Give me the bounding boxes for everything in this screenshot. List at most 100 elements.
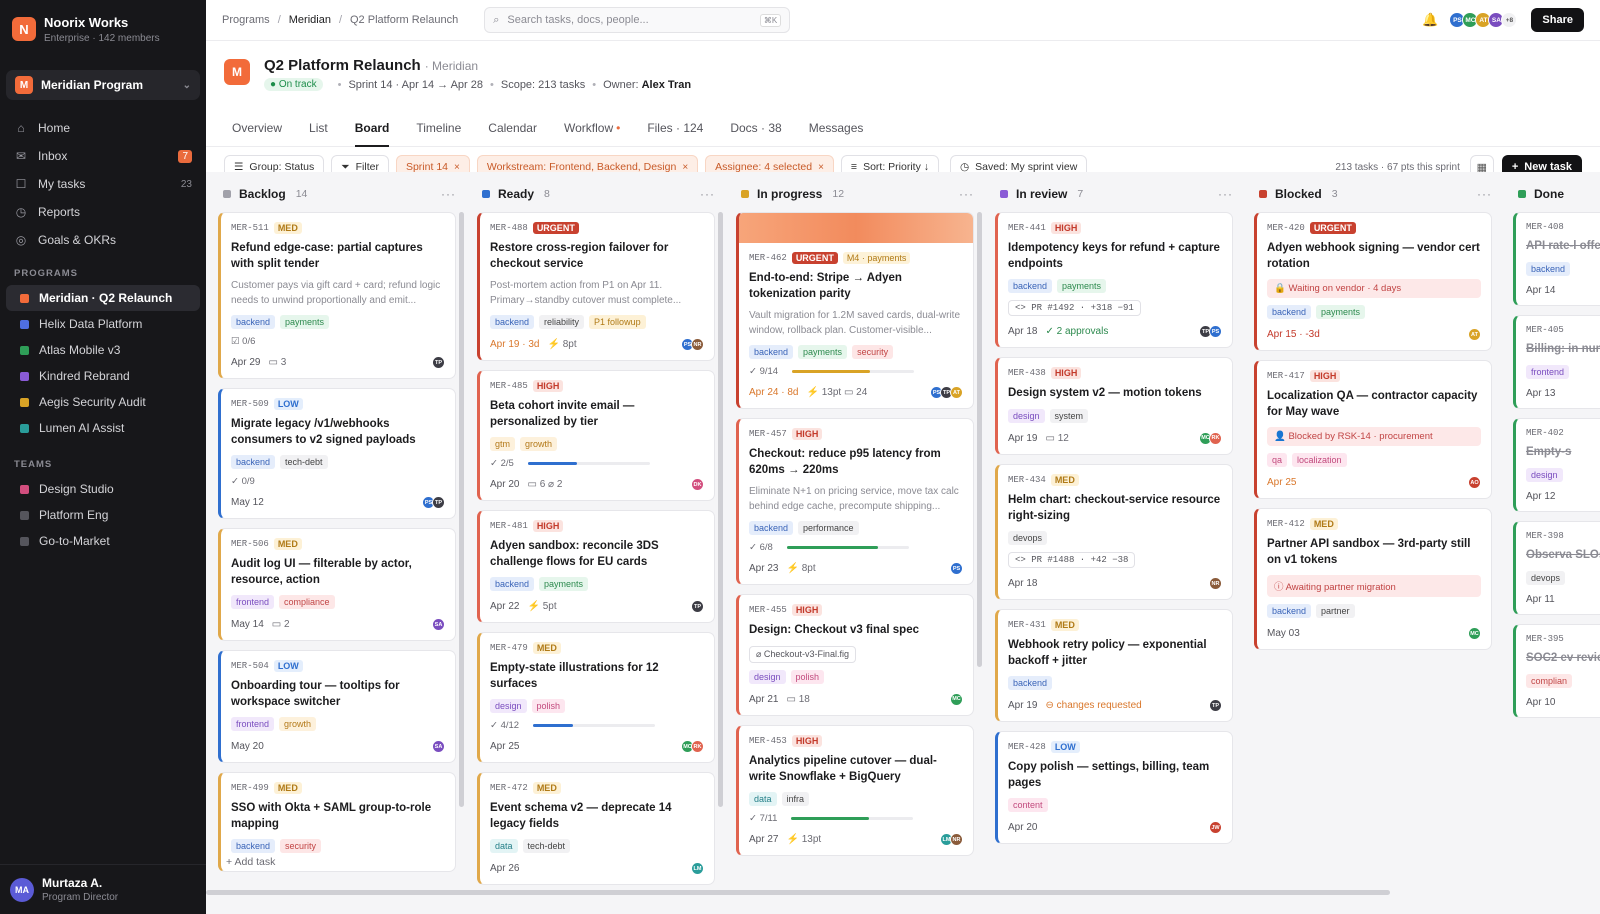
tag[interactable]: tech-debt	[522, 839, 571, 853]
tag[interactable]: security	[280, 839, 322, 853]
breadcrumb-programs[interactable]: Programs	[222, 14, 270, 26]
tag[interactable]: payments	[539, 577, 589, 591]
task-card[interactable]: MER-412 MED Partner API sandbox — 3rd-part…	[1254, 508, 1492, 650]
tag[interactable]: frontend	[231, 595, 275, 609]
tag[interactable]: backend	[231, 839, 276, 853]
assignee-avatars[interactable]: PS	[950, 562, 963, 575]
tag[interactable]: payments	[798, 345, 848, 359]
share-button[interactable]: Share	[1531, 8, 1584, 32]
tag[interactable]: data	[749, 792, 777, 806]
tag[interactable]: reliability	[539, 315, 585, 329]
tag[interactable]: frontend	[1526, 364, 1570, 379]
tag[interactable]: localization	[1292, 453, 1347, 467]
tag[interactable]: payments	[280, 315, 330, 329]
task-card[interactable]: MER-438 HIGH Design system v2 — motion tok…	[995, 357, 1233, 455]
task-card[interactable]: MER-506 MED Audit log UI — filterable by a…	[218, 528, 456, 641]
task-card[interactable]: MER-431 MED Webhook retry policy — exponen…	[995, 609, 1233, 722]
assignee-avatars[interactable]: MC RK	[681, 740, 704, 753]
program-item[interactable]: Atlas Mobile v3	[6, 337, 200, 363]
add-task-button[interactable]: + Add task	[226, 856, 275, 868]
task-card[interactable]: MER-455 HIGH Design: Checkout v3 final spe…	[736, 594, 974, 716]
tab-timeline[interactable]: Timeline	[416, 118, 461, 147]
task-card[interactable]: MER-457 HIGH Checkout: reduce p95 latency …	[736, 418, 974, 585]
owner-name[interactable]: Alex Tran	[642, 79, 692, 91]
task-card[interactable]: MER-511 MED Refund edge-case: partial capt…	[218, 212, 456, 379]
task-card[interactable]: MER-402 Empty-s design Apr 12	[1513, 418, 1600, 512]
task-card[interactable]: MER-472 MED Event schema v2 — deprecate 14…	[477, 772, 715, 885]
assignee-avatars[interactable]: DK	[691, 478, 704, 491]
nav-item-my-tasks[interactable]: ☐ My tasks 23	[0, 170, 206, 198]
column-scrollbar[interactable]	[977, 212, 982, 667]
task-card[interactable]: MER-485 HIGH Beta cohort invite email — pe…	[477, 370, 715, 501]
assignee-avatars[interactable]: PS TP AT	[930, 386, 963, 399]
task-card[interactable]: MER-509 LOW Migrate legacy /v1/webhooks co…	[218, 388, 456, 519]
tab-messages[interactable]: Messages	[809, 118, 864, 147]
tab-list[interactable]: List	[309, 118, 328, 147]
tag[interactable]: backend	[490, 315, 535, 329]
tag[interactable]: design	[490, 699, 527, 713]
assignee-avatars[interactable]: MC RK	[1199, 431, 1222, 445]
tag[interactable]: design	[1008, 408, 1045, 423]
program-selector[interactable]: M Meridian Program ⌄	[6, 70, 200, 100]
task-card[interactable]: MER-420 URGENT Adyen webhook signing — ven…	[1254, 212, 1492, 351]
nav-item-inbox[interactable]: ✉ Inbox 7	[0, 142, 206, 170]
column-scrollbar[interactable]	[718, 212, 723, 807]
tab-overview[interactable]: Overview	[232, 118, 282, 147]
tag[interactable]: design	[1526, 467, 1563, 482]
tag[interactable]: devops	[1526, 570, 1566, 585]
tag[interactable]: design	[749, 669, 786, 684]
assignee-avatars[interactable]: MC	[950, 692, 963, 706]
tag[interactable]: growth	[279, 717, 317, 731]
assignee-avatars[interactable]: NR	[1209, 577, 1222, 590]
assignee-avatars[interactable]: PS NR	[681, 338, 704, 351]
task-card[interactable]: MER-408 API rate-l offender backend Apr 14	[1513, 212, 1600, 306]
task-card[interactable]: MER-462 URGENT M4 · payments End-to-end: St…	[736, 212, 974, 409]
tag[interactable]: complian	[1526, 673, 1573, 688]
nav-item-home[interactable]: ⌂ Home	[0, 114, 206, 142]
tag[interactable]: partner	[1316, 604, 1355, 618]
program-item[interactable]: Helix Data Platform	[6, 311, 200, 337]
board-scrollbar[interactable]	[206, 890, 1390, 895]
assignee-avatars[interactable]: AT	[1468, 328, 1481, 341]
more-icon[interactable]: ···	[1477, 187, 1492, 201]
task-card[interactable]: MER-428 LOW Copy polish — settings, billin…	[995, 731, 1233, 844]
column-scrollbar[interactable]	[459, 212, 464, 807]
nav-item-goals-okrs[interactable]: ◎ Goals & OKRs	[0, 226, 206, 254]
task-card[interactable]: MER-398 Observa SLOs devops Apr 11	[1513, 521, 1600, 615]
close-icon[interactable]: ×	[818, 162, 824, 173]
task-card[interactable]: MER-417 HIGH Localization QA — contractor …	[1254, 360, 1492, 499]
program-item[interactable]: Lumen AI Assist	[6, 415, 200, 441]
tag[interactable]: system	[1049, 408, 1089, 423]
task-card[interactable]: MER-395 SOC2 ev reviews complian Apr 10	[1513, 624, 1600, 718]
tag[interactable]: backend	[1008, 279, 1053, 293]
tag[interactable]: payments	[1057, 279, 1107, 293]
more-icon[interactable]: ···	[441, 187, 456, 201]
task-card[interactable]: MER-441 HIGH Idempotency keys for refund +…	[995, 212, 1233, 348]
task-card[interactable]: MER-504 LOW Onboarding tour — tooltips for…	[218, 650, 456, 763]
tag[interactable]: backend	[231, 315, 276, 329]
assignee-avatars[interactable]: JW	[1209, 821, 1222, 834]
avatar[interactable]: +8	[1501, 12, 1518, 28]
workspace-switcher[interactable]: N Noorix Works Enterprise · 142 members	[0, 0, 206, 58]
tag[interactable]: backend	[1267, 305, 1312, 319]
assignee-avatars[interactable]: TP	[691, 600, 704, 613]
assignee-avatars[interactable]: TP	[432, 356, 445, 369]
tag[interactable]: data	[490, 839, 518, 853]
tag[interactable]: qa	[1267, 453, 1288, 467]
program-item[interactable]: Meridian · Q2 Relaunch	[6, 285, 200, 311]
tag[interactable]: backend	[231, 455, 276, 469]
task-card[interactable]: MER-405 Billing: in numerals frontend Apr 1…	[1513, 315, 1600, 409]
task-card[interactable]: MER-479 MED Empty-state illustrations for …	[477, 632, 715, 763]
tab-docs[interactable]: Docs · 38	[730, 118, 781, 147]
task-card[interactable]: MER-488 URGENT Restore cross-region failov…	[477, 212, 715, 361]
close-icon[interactable]: ×	[454, 162, 460, 173]
pr-link[interactable]: <> PR #1488 · +42 −38	[1008, 552, 1136, 568]
assignee-avatars[interactable]: SA	[432, 618, 445, 631]
tag[interactable]: devops	[1008, 531, 1048, 545]
task-card[interactable]: MER-453 HIGH Analytics pipeline cutover — …	[736, 725, 974, 856]
task-card[interactable]: MER-481 HIGH Adyen sandbox: reconcile 3DS …	[477, 510, 715, 623]
program-item[interactable]: Kindred Rebrand	[6, 363, 200, 389]
tag[interactable]: backend	[490, 577, 535, 591]
tag[interactable]: tech-debt	[280, 455, 328, 469]
more-icon[interactable]: ···	[700, 187, 715, 201]
